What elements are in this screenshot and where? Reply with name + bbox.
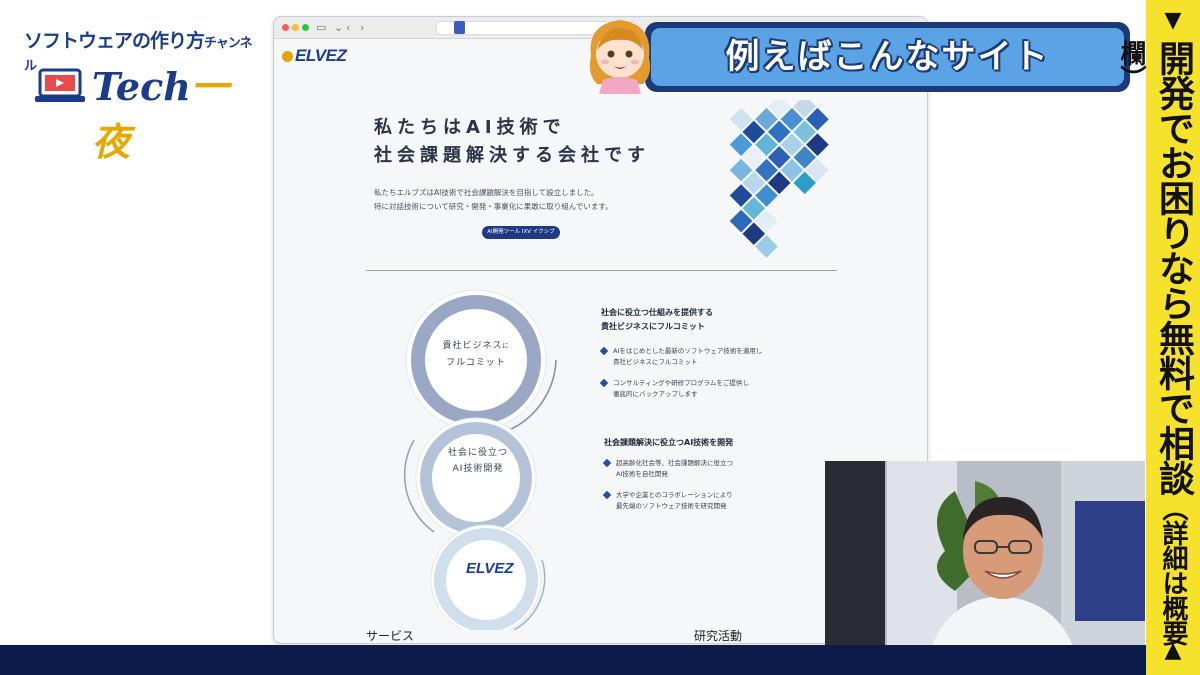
side-banner-text: 開発でお困りなら無料で相談（詳細は概要欄） (1116, 40, 1194, 675)
section-divider (366, 270, 837, 271)
diamond-bullet-icon (602, 458, 612, 468)
diamond-bullet-icon (602, 490, 612, 500)
site-logo[interactable]: ELVEZ (282, 46, 347, 66)
circle-top-line1-small: に (502, 343, 510, 350)
diamond-bullet-icon (599, 378, 609, 388)
girl-avatar-icon (589, 20, 651, 94)
presenter-webcam (825, 461, 1145, 675)
side-banner: ▼ 開発でお困りなら無料で相談（詳細は概要欄） ▲ (1116, 0, 1200, 675)
feature2-item2-line2: 最先端のソフトウェア技術を研究開発 (616, 502, 727, 510)
hero-title: 私たちはAI技術で 社会課題解決する会社です (374, 114, 650, 170)
feature1-head-line2: 貴社ビジネスにフルコミット (601, 322, 705, 331)
diamond-mosaic-graphic (729, 100, 829, 258)
maximize-window-button[interactable] (302, 24, 309, 31)
ixv-tool-button[interactable]: AI開発ツール IXV イクシブ (482, 226, 560, 239)
shield-icon[interactable] (454, 21, 465, 34)
circle-top-line1: 貴社ビジネス (442, 341, 503, 351)
forward-icon[interactable]: › (360, 20, 364, 36)
feature1-item1-line1: AIをはじめとした最新のソフトウェア技術を適用し (613, 347, 763, 355)
close-window-button[interactable] (282, 24, 289, 31)
circle-logo: ELVEZ (466, 560, 514, 577)
feature2-item2: 大学や企業とのコラボレーションにより 最先端のソフトウェア技術を研究開発 (602, 490, 733, 512)
circle-top-line2: フルコミット (446, 358, 506, 368)
feature2-item2-line1: 大学や企業とのコラボレーションにより (616, 491, 733, 499)
channel-logo: ソフトウェアの作り方チャンネル Tech一夜 (12, 20, 262, 164)
chevron-down-icon[interactable]: ⌄ (334, 20, 343, 36)
minimize-window-button[interactable] (292, 24, 299, 31)
side-banner-main: 開発でお困りなら無料で相談 (1153, 40, 1194, 495)
circle-label-business: 貴社ビジネスに フルコミット (436, 338, 516, 371)
sidebar-toggle-icon[interactable]: ▭ (316, 20, 326, 36)
feature1-head-line1: 社会に役立つ仕組みを提供する (601, 308, 713, 317)
caption-banner-inner: 例えばこんなサイト (651, 28, 1124, 86)
feature2-heading: 社会課題解決に役立つAI技術を開発 (604, 438, 734, 447)
feature1-item1: AIをはじめとした最新のソフトウェア技術を適用し 貴社ビジネスにフルコミット (599, 346, 763, 368)
hero-desc-line2: 特に対話技術について研究・開発・事業化に果敢に取り組んでいます。 (374, 202, 613, 211)
channel-tech-text: Tech (92, 64, 191, 109)
feature2-item1-line1: 超高齢化社会等、社会課題解決に役立つ (616, 459, 733, 467)
site-logo-text: ELVEZ (295, 46, 347, 65)
feature1-heading: 社会に役立つ仕組みを提供する 貴社ビジネスにフルコミット (601, 306, 713, 334)
logo-ball-icon (282, 51, 293, 62)
feature1-item2-line2: 徹底的にバックアップします (613, 390, 698, 398)
services-heading[interactable]: サービス (366, 627, 414, 643)
feature2-item1: 超高齢化社会等、社会課題解決に役立つ AI技術を自社開発 (602, 458, 733, 480)
caption-text: 例えばこんなサイト (725, 37, 1050, 77)
video-frame: ソフトウェアの作り方チャンネル Tech一夜 ▭ ⌄ ‹ › ELVEZ 私たち… (0, 0, 1200, 675)
feature1-item2: コンサルティングや研修プログラムをご提供し 徹底的にバックアップします (599, 378, 749, 400)
circle-label-ai: 社会に役立つ AI技術開発 (438, 445, 518, 477)
caption-banner: 例えばこんなサイト (645, 22, 1130, 92)
research-heading[interactable]: 研究活動 (694, 627, 742, 643)
bottom-bar (0, 645, 1146, 675)
hero-title-line2: 社会課題解決する会社です (374, 145, 650, 166)
circle-logo-text: ELVEZ (466, 560, 514, 577)
hero-description: 私たちエルブズはAI技術で社会課題解決を目指して設立しました。 特に対話技術につ… (374, 186, 613, 214)
circle-middle-line2: AI技術開発 (452, 464, 504, 474)
up-arrow-icon: ▲ (1164, 638, 1182, 663)
feature1-item1-line2: 貴社ビジネスにフルコミット (613, 358, 698, 366)
feature1-item2-line1: コンサルティングや研修プログラムをご提供し (613, 379, 749, 387)
diamond-bullet-icon (599, 346, 609, 356)
circle-middle-line1: 社会に役立つ (447, 448, 508, 458)
back-icon[interactable]: ‹ (346, 20, 350, 36)
hero-title-line1: 私たちはAI技術で (374, 117, 566, 138)
feature2-item1-line2: AI技術を自社開発 (616, 470, 668, 478)
down-arrow-icon: ▼ (1164, 8, 1182, 33)
laptop-icon (35, 68, 85, 102)
hero-desc-line1: 私たちエルブズはAI技術で社会課題解決を目指して設立しました。 (374, 188, 599, 197)
channel-name-main: ソフトウェアの作り方 (24, 30, 205, 52)
channel-title: Tech一夜 (92, 56, 262, 166)
